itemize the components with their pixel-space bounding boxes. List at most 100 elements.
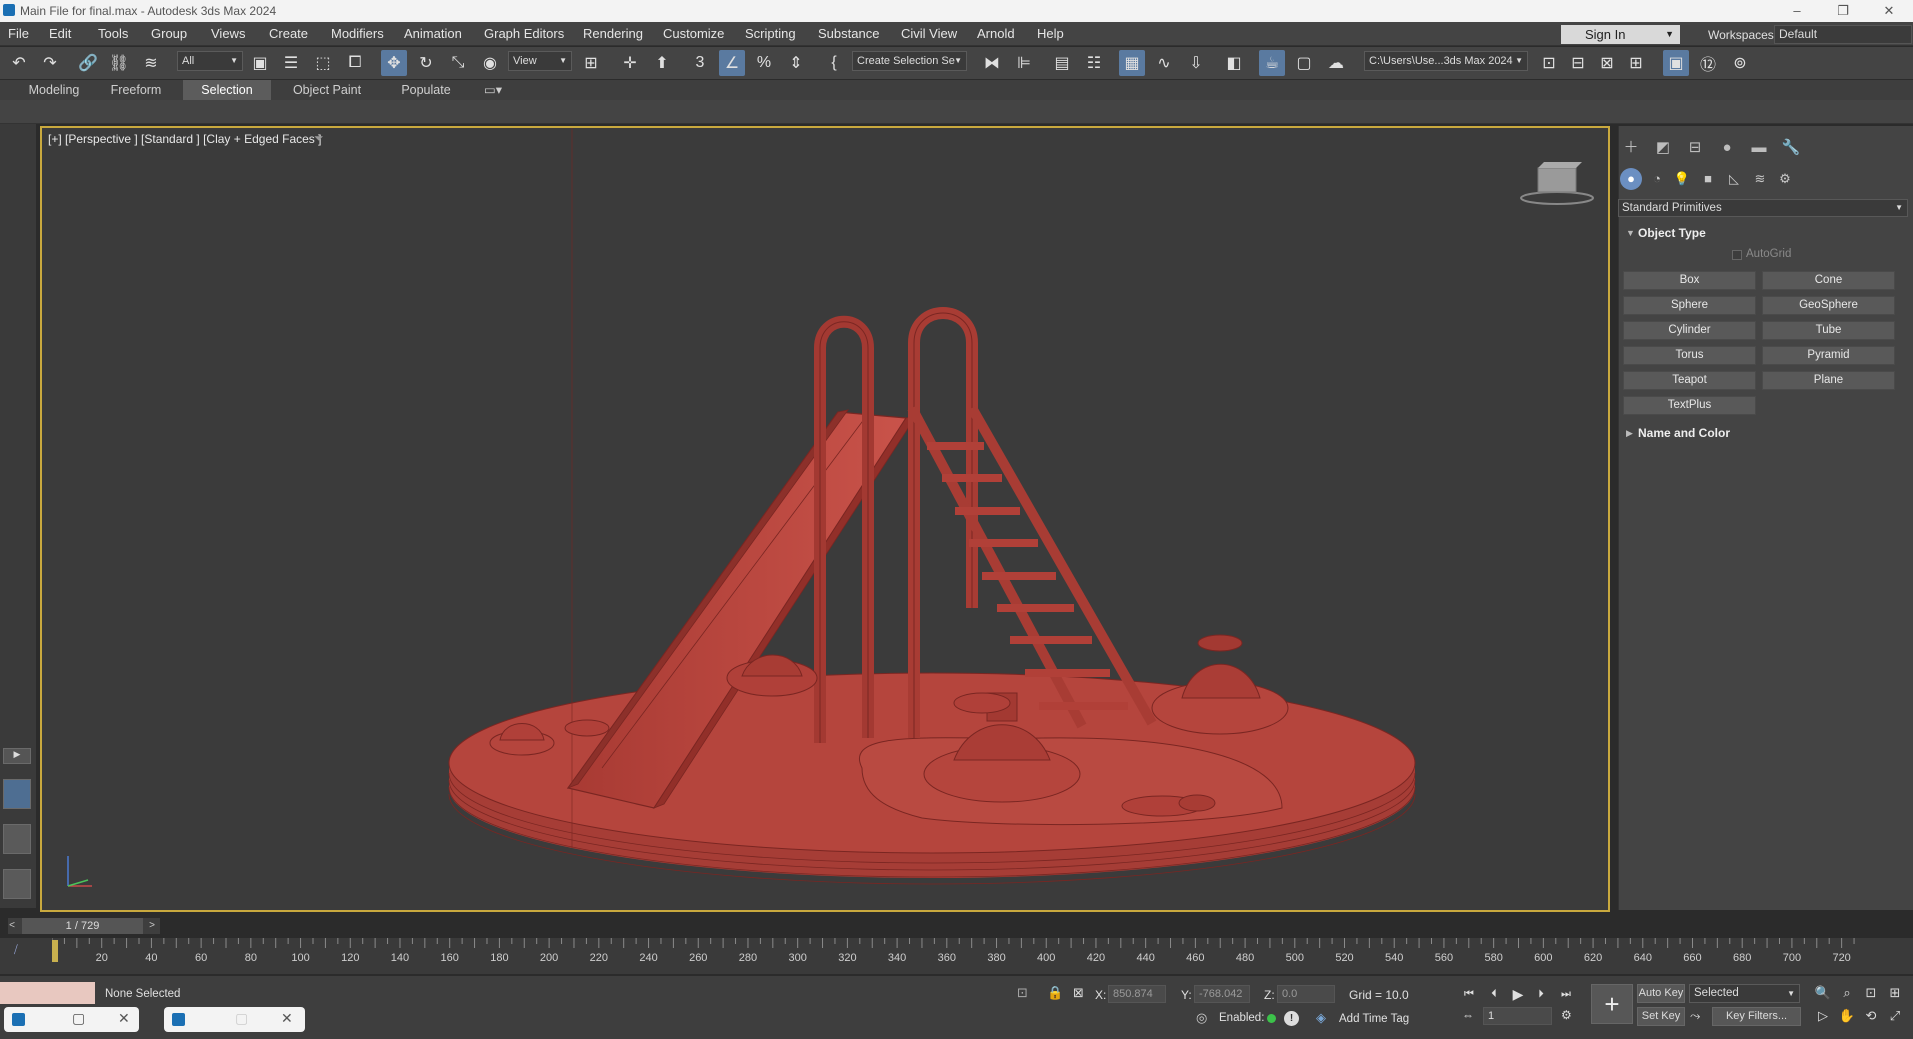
cone-button[interactable]: Cone: [1762, 271, 1895, 290]
layout-tab-2[interactable]: [3, 824, 31, 854]
selection-filter-dropdown[interactable]: All ▼: [177, 51, 243, 71]
snaps-toggle-icon[interactable]: 3: [687, 50, 713, 76]
spinner-snap-icon[interactable]: ⇕: [783, 50, 809, 76]
restore-icon[interactable]: ▢: [72, 1010, 85, 1027]
lights-icon[interactable]: 💡: [1671, 168, 1693, 190]
next-frame-icon[interactable]: ⏵: [1531, 985, 1551, 1003]
align-icon[interactable]: ⊫: [1011, 50, 1037, 76]
zoom-extents-icon[interactable]: ⊡: [1861, 983, 1881, 1003]
menu-substance[interactable]: Substance: [818, 26, 879, 41]
open-file-icon[interactable]: ⊡: [1536, 50, 1562, 76]
menu-customize[interactable]: Customize: [663, 26, 724, 41]
curve-editor-icon[interactable]: ∿: [1151, 50, 1177, 76]
layer-explorer-icon[interactable]: ☷: [1081, 50, 1107, 76]
key-mode-dropdown[interactable]: Selected ▼: [1689, 984, 1800, 1003]
render-production-icon[interactable]: ☁: [1323, 50, 1349, 76]
mini-curve-editor-icon[interactable]: ⧸: [14, 944, 18, 957]
project-folder-dropdown[interactable]: C:\Users\Use...3ds Max 2024 ▼: [1364, 51, 1528, 71]
expand-layout-icon[interactable]: ▶: [3, 748, 31, 764]
tube-button[interactable]: Tube: [1762, 321, 1895, 340]
previous-frame-icon[interactable]: ⏴: [1484, 985, 1504, 1003]
pivot-center-icon[interactable]: ⊞: [578, 50, 604, 76]
tab-freeform[interactable]: Freeform: [96, 80, 176, 100]
modify-panel-icon[interactable]: ◩: [1651, 136, 1675, 160]
rotate-icon[interactable]: ↻: [413, 50, 439, 76]
edit-named-selection-icon[interactable]: {: [821, 50, 847, 76]
y-coordinate-field[interactable]: -768.042: [1194, 985, 1250, 1003]
selection-lock-icon[interactable]: 🔒: [1047, 985, 1063, 1001]
menu-graph-editors[interactable]: Graph Editors: [484, 26, 564, 41]
key-mode-toggle-icon[interactable]: ⇔: [1462, 1008, 1474, 1022]
reference-coordinate-dropdown[interactable]: View ▼: [508, 51, 572, 71]
menu-civil-view[interactable]: Civil View: [901, 26, 957, 41]
sphere-button[interactable]: Sphere: [1623, 296, 1756, 315]
tab-selection[interactable]: Selection: [183, 80, 271, 100]
pyramid-button[interactable]: Pyramid: [1762, 346, 1895, 365]
menu-group[interactable]: Group: [151, 26, 187, 41]
scene-explorer-icon[interactable]: ▤: [1049, 50, 1075, 76]
teapot-button[interactable]: Teapot: [1623, 371, 1756, 390]
named-selection-dropdown[interactable]: Create Selection Se ▼: [852, 51, 967, 71]
menu-tools[interactable]: Tools: [98, 26, 128, 41]
close-icon[interactable]: ✕: [118, 1010, 130, 1027]
name-and-color-rollout[interactable]: ▶ Name and Color: [1622, 424, 1905, 442]
move-icon[interactable]: ✥: [381, 50, 407, 76]
tab-populate[interactable]: Populate: [386, 80, 466, 100]
go-to-end-icon[interactable]: ⏭: [1556, 985, 1576, 1003]
angle-snap-icon[interactable]: ∠: [719, 50, 745, 76]
ribbon-toggle-icon[interactable]: ▦: [1119, 50, 1145, 76]
save-file-icon[interactable]: ⊟: [1565, 50, 1591, 76]
time-slider-thumb[interactable]: 1 / 729: [22, 918, 143, 934]
select-by-name-icon[interactable]: ☰: [278, 50, 304, 76]
systems-icon[interactable]: ⚙: [1774, 168, 1796, 190]
time-configuration-icon[interactable]: ⚙: [1561, 1008, 1572, 1022]
space-warps-icon[interactable]: ≋: [1749, 168, 1771, 190]
mirror-icon[interactable]: ⧓: [979, 50, 1005, 76]
select-object-icon[interactable]: ▣: [247, 50, 273, 76]
hierarchy-panel-icon[interactable]: ⊟: [1683, 136, 1707, 160]
menu-file[interactable]: File: [8, 26, 29, 41]
info-icon[interactable]: !: [1284, 1011, 1299, 1026]
motion-panel-icon[interactable]: ●: [1715, 136, 1739, 160]
adaptive-degradation-icon[interactable]: ◎: [1196, 1010, 1207, 1026]
trackbar-playhead[interactable]: [52, 940, 58, 962]
project-icon[interactable]: ⊞: [1623, 50, 1649, 76]
link-icon[interactable]: 🔗: [75, 50, 101, 76]
rock-mesh-2[interactable]: [564, 719, 610, 737]
menu-rendering[interactable]: Rendering: [583, 26, 643, 41]
display-panel-icon[interactable]: ▬: [1747, 136, 1771, 160]
menu-edit[interactable]: Edit: [49, 26, 71, 41]
default-in-out-tangents-icon[interactable]: ⤳: [1690, 1008, 1700, 1024]
helpers-icon[interactable]: ◺: [1723, 168, 1745, 190]
textplus-button[interactable]: TextPlus: [1623, 396, 1756, 415]
geometry-icon[interactable]: ●: [1620, 168, 1642, 190]
select-manipulate-icon[interactable]: ✛: [617, 50, 643, 76]
rock-mesh-6[interactable]: [953, 692, 1011, 714]
unlink-icon[interactable]: ⛓: [106, 50, 132, 76]
orbit-icon[interactable]: ⟲: [1861, 1006, 1881, 1026]
percent-snap-icon[interactable]: %: [751, 50, 777, 76]
key-filters-button[interactable]: Key Filters...: [1712, 1007, 1801, 1026]
cylinder-button[interactable]: Cylinder: [1623, 321, 1756, 340]
torus-button[interactable]: Torus: [1623, 346, 1756, 365]
pan-view-icon[interactable]: ✋: [1837, 1006, 1857, 1026]
utilities-panel-icon[interactable]: 🔧: [1779, 136, 1803, 160]
window-crossing-icon[interactable]: ⧠: [342, 50, 368, 76]
play-icon[interactable]: ▶: [1508, 985, 1528, 1003]
time-slider-prev[interactable]: <: [5, 918, 19, 934]
keyboard-shortcut-override-icon[interactable]: ⬆: [649, 50, 675, 76]
taskbar-chip-1[interactable]: ▢ ✕: [4, 1007, 139, 1032]
ribbon-options-icon[interactable]: ▭▾: [478, 80, 508, 100]
z-coordinate-field[interactable]: 0.0: [1277, 985, 1335, 1003]
menu-help[interactable]: Help: [1037, 26, 1064, 41]
shapes-icon[interactable]: ◔: [1646, 168, 1668, 190]
set-key-button[interactable]: Set Key: [1637, 1007, 1685, 1026]
maximize-button[interactable]: ❐: [1823, 1, 1863, 21]
tab-object-paint[interactable]: Object Paint: [280, 80, 374, 100]
perspective-viewport[interactable]: [+] [Perspective ] [Standard ] [Clay + E…: [40, 126, 1610, 912]
zoom-extents-all-icon[interactable]: ⊞: [1885, 983, 1905, 1003]
workspace-dropdown[interactable]: Default: [1774, 25, 1912, 44]
rendered-frame-window-icon[interactable]: ▢: [1291, 50, 1317, 76]
render-setup-icon[interactable]: ☕: [1259, 50, 1285, 76]
close-icon[interactable]: ✕: [281, 1010, 293, 1027]
